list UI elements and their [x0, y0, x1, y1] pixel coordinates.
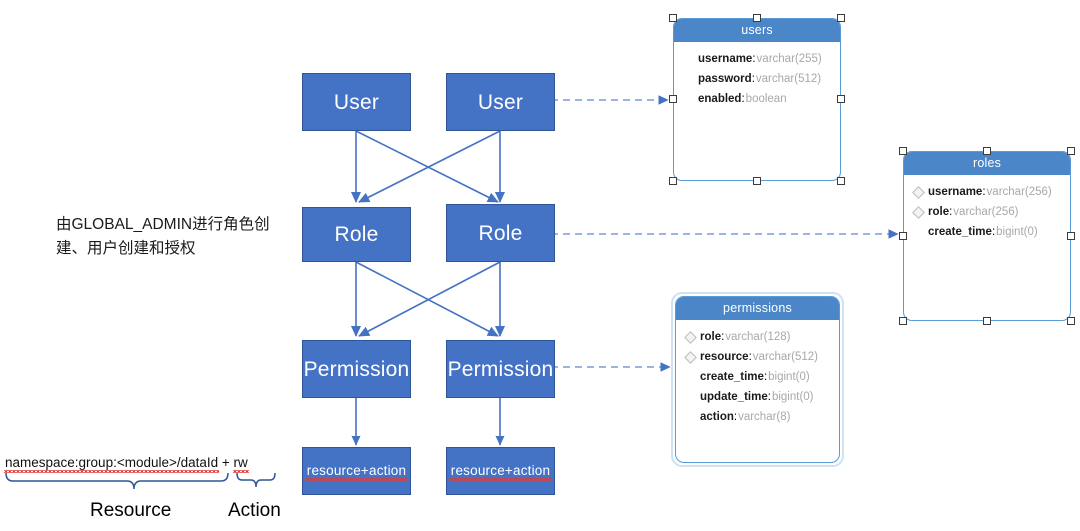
db-field-row: create_time : bigint(0) [904, 222, 1070, 242]
flow-box-label: Permission [447, 357, 554, 381]
db-table-roles[interactable]: roles username : varchar(256) role : var… [903, 151, 1071, 321]
diagram-canvas: 由GLOBAL_ADMIN进行角色创建、用户创建和授权 User User Ro… [0, 0, 1080, 531]
db-field-type: varchar(256) [953, 206, 1019, 218]
flow-box-label: resource+action [305, 462, 408, 481]
permission-expression: namespace:group:<module>/dataId + rw [3, 455, 250, 473]
db-field-row: create_time : bigint(0) [676, 367, 839, 387]
primary-key-icon [684, 330, 697, 344]
db-field-type: boolean [745, 93, 787, 105]
db-field-type: varchar(255) [756, 53, 822, 65]
db-field-name: username [698, 53, 753, 65]
db-field-type: bigint(0) [768, 371, 810, 383]
selection-handle-ne[interactable] [837, 14, 845, 22]
flow-box-permission-right[interactable]: Permission [446, 340, 555, 398]
db-field-colon: : [751, 73, 755, 85]
primary-key-icon [684, 350, 697, 364]
db-table-fields: username : varchar(256) role : varchar(2… [904, 175, 1070, 242]
db-field-colon: : [721, 331, 725, 343]
db-table-title: users [674, 19, 840, 42]
selection-handle-se[interactable] [837, 177, 845, 185]
db-field-colon: : [752, 53, 756, 65]
db-table-users[interactable]: users username : varchar(255) password :… [673, 18, 841, 181]
db-field-type: varchar(512) [755, 73, 822, 85]
db-table-fields: username : varchar(255) password : varch… [674, 42, 840, 109]
db-table-title: roles [904, 152, 1070, 175]
selection-handle-ne[interactable] [1067, 147, 1075, 155]
selection-handle-sw[interactable] [669, 177, 677, 185]
selection-handle-sw[interactable] [899, 317, 907, 325]
selection-handle-nw[interactable] [899, 147, 907, 155]
db-field-name: enabled [698, 93, 742, 105]
db-field-colon: : [741, 93, 745, 105]
db-field-row: resource : varchar(512) [676, 347, 839, 367]
selection-handle-n[interactable] [753, 14, 761, 22]
flow-box-user-right[interactable]: User [446, 73, 555, 131]
db-field-name: create_time [928, 226, 992, 238]
db-field-row: role : varchar(256) [904, 202, 1070, 222]
selection-handle-s[interactable] [753, 177, 761, 185]
db-field-colon: : [748, 351, 752, 363]
db-field-row: enabled : boolean [674, 89, 840, 109]
flow-box-role-right[interactable]: Role [446, 204, 555, 262]
db-field-colon: : [991, 226, 996, 238]
primary-key-icon [912, 205, 925, 219]
flow-box-label: User [477, 90, 524, 114]
selection-handle-e[interactable] [1067, 232, 1075, 240]
resource-brace-label: Resource [90, 500, 172, 521]
db-field-row: role : varchar(128) [676, 327, 839, 347]
admin-note: 由GLOBAL_ADMIN进行角色创建、用户创建和授权 [56, 216, 270, 258]
db-field-row: action : varchar(8) [676, 407, 839, 427]
action-brace-label: Action [228, 500, 281, 521]
selection-handle-e[interactable] [837, 95, 845, 103]
selection-handle-w[interactable] [899, 232, 907, 240]
selection-handle-nw[interactable] [669, 14, 677, 22]
flow-box-label: Role [334, 223, 379, 246]
flow-box-resource-action-right[interactable]: resource+action [446, 447, 555, 495]
db-field-colon: : [767, 391, 771, 403]
flow-box-role-left[interactable]: Role [302, 207, 411, 262]
db-field-row: username : varchar(256) [904, 182, 1070, 202]
selection-handle-w[interactable] [669, 95, 677, 103]
selection-handle-s[interactable] [983, 317, 991, 325]
flow-box-user-left[interactable]: User [302, 73, 411, 131]
db-field-name: create_time [700, 371, 764, 383]
db-field-colon: : [982, 186, 986, 198]
expression-action-part: rw [232, 455, 250, 473]
db-field-name: role [700, 331, 722, 343]
db-field-type: bigint(0) [996, 226, 1038, 238]
db-field-type: varchar(512) [752, 351, 818, 363]
expression-resource-part: namespace:group:<module>/dataId [3, 455, 220, 473]
db-field-name: role [928, 206, 950, 218]
db-field-row: update_time : bigint(0) [676, 387, 839, 407]
db-field-name: update_time [700, 391, 768, 403]
flow-box-label: Role [478, 221, 523, 245]
db-field-type: varchar(128) [725, 331, 791, 343]
flow-box-label: resource+action [449, 462, 552, 481]
db-field-colon: : [763, 371, 768, 383]
db-table-fields: role : varchar(128) resource : varchar(5… [676, 320, 839, 427]
db-field-type: varchar(256) [986, 186, 1052, 198]
selection-handle-se[interactable] [1067, 317, 1075, 325]
db-field-name: action [700, 411, 734, 423]
expression-plus: + [218, 455, 234, 470]
db-field-name: resource [700, 351, 749, 363]
primary-key-icon [912, 185, 925, 199]
db-field-name: username [928, 186, 983, 198]
db-field-type: varchar(8) [738, 411, 791, 423]
db-field-row: password : varchar(512) [674, 69, 840, 89]
selection-handle-n[interactable] [983, 147, 991, 155]
db-field-type: bigint(0) [771, 391, 814, 403]
flow-box-permission-left[interactable]: Permission [302, 340, 411, 398]
flow-box-label: User [333, 90, 380, 114]
flow-box-label: Permission [303, 357, 410, 381]
db-field-name: password [698, 73, 752, 85]
db-field-colon: : [949, 206, 953, 218]
flow-box-resource-action-left[interactable]: resource+action [302, 447, 411, 495]
db-table-title: permissions [676, 297, 839, 320]
db-field-row: username : varchar(255) [674, 49, 840, 69]
db-field-colon: : [733, 411, 738, 423]
db-table-permissions[interactable]: permissions role : varchar(128) resource… [675, 296, 840, 463]
